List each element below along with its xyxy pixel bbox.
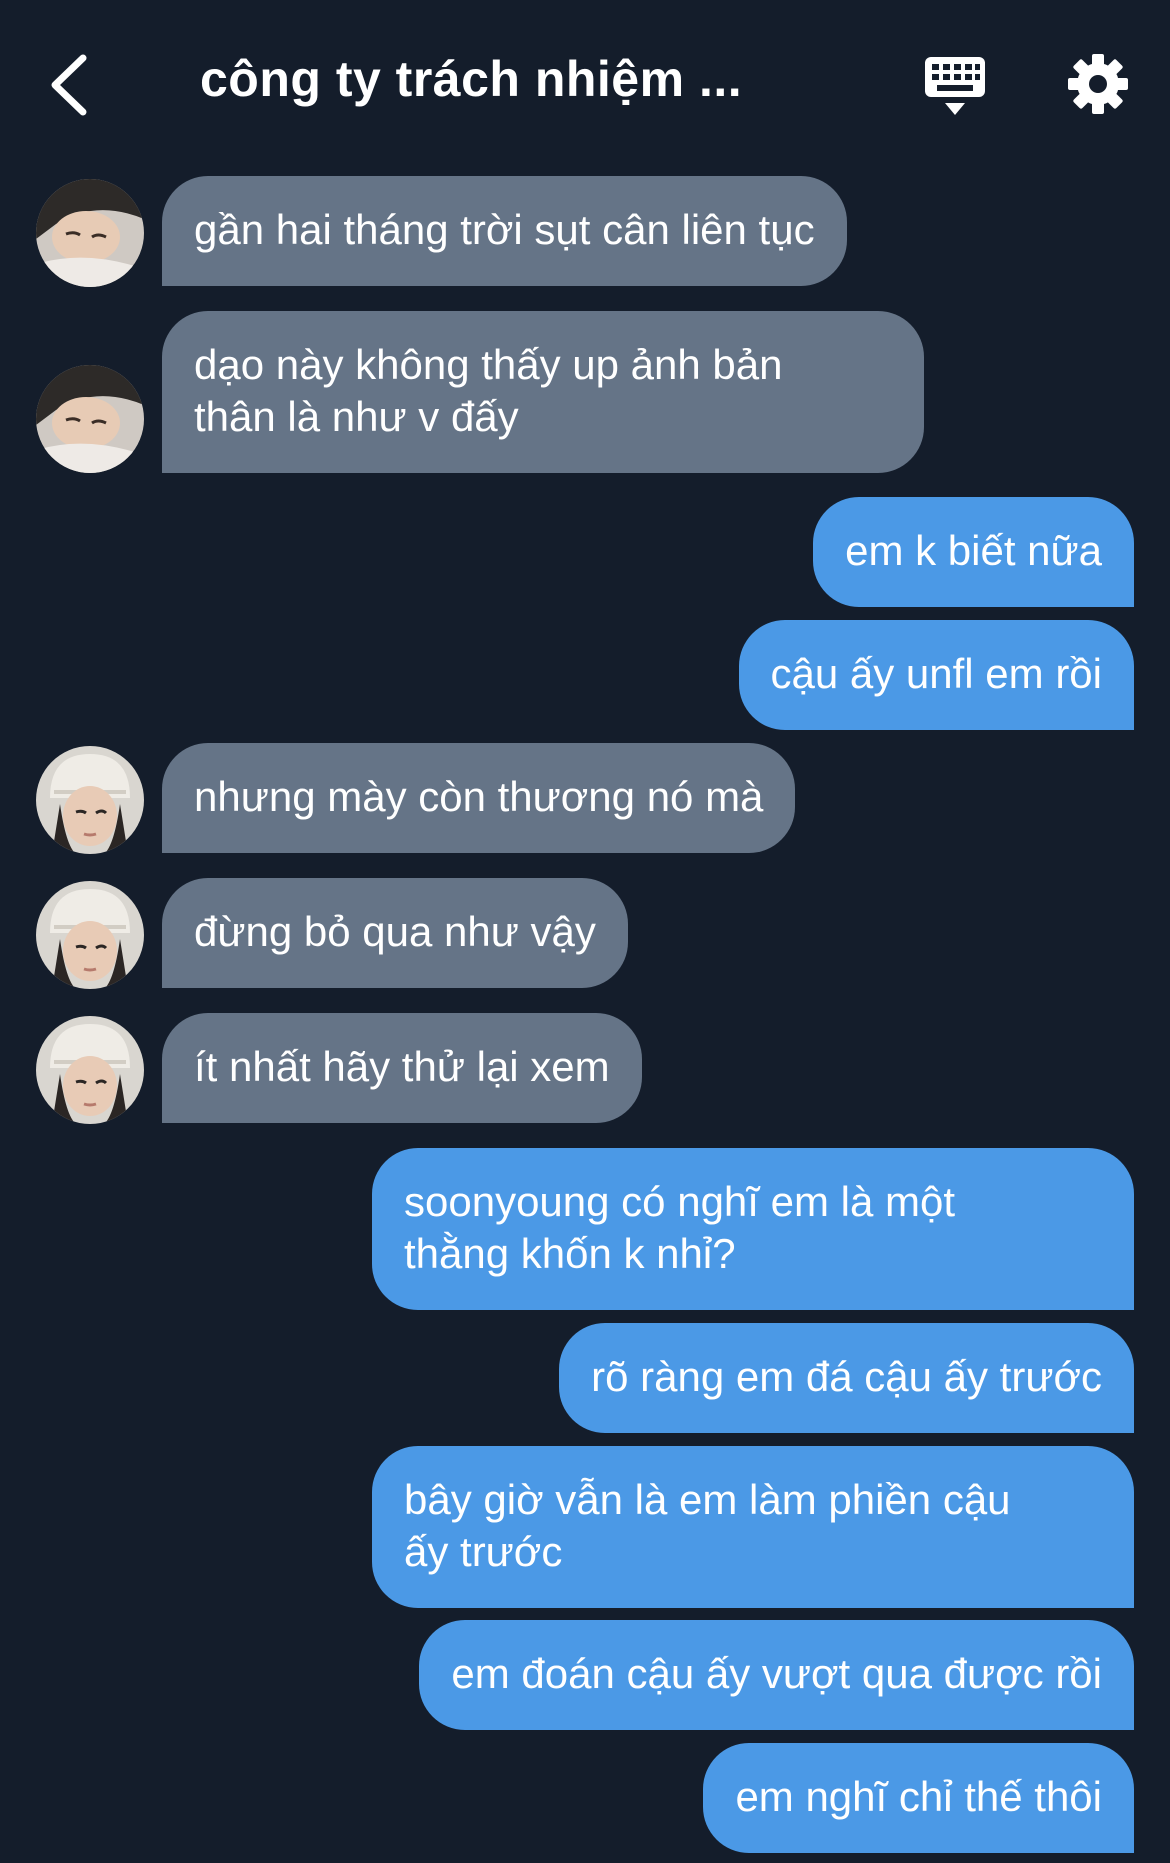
outgoing-message-bubble[interactable]: rõ ràng em đá cậu ấy trước <box>559 1323 1134 1433</box>
chevron-left-icon <box>51 54 87 116</box>
avatar-beanie-image <box>36 746 144 854</box>
chat-screen: công ty trách nhiệm ... gần hai tháng tr… <box>0 0 1170 1863</box>
incoming-message-bubble[interactable]: gần hai tháng trời sụt cân liên tục <box>162 176 847 286</box>
conversation-title[interactable]: công ty trách nhiệm ... <box>200 50 820 108</box>
settings-button[interactable] <box>1062 48 1134 120</box>
incoming-message-bubble[interactable]: ít nhất hãy thử lại xem <box>162 1013 642 1123</box>
outgoing-message-bubble[interactable]: cậu ấy unfl em rồi <box>738 620 1134 730</box>
outgoing-message-bubble[interactable]: soonyoung có nghĩ em là một thằng khốn k… <box>372 1148 1134 1310</box>
incoming-message-bubble[interactable]: nhưng mày còn thương nó mà <box>162 743 796 853</box>
avatar[interactable] <box>36 365 144 473</box>
keyboard-icon <box>925 57 985 115</box>
outgoing-message-bubble[interactable]: em đoán cậu ấy vượt qua được rồi <box>419 1620 1134 1730</box>
avatar[interactable] <box>36 179 144 287</box>
avatar-beanie-image <box>36 1016 144 1124</box>
incoming-message-bubble[interactable]: đừng bỏ qua như vậy <box>162 878 628 988</box>
avatar-sleeping-image <box>36 179 144 287</box>
outgoing-message-bubble[interactable]: em k biết nữa <box>813 497 1134 607</box>
avatar[interactable] <box>36 881 144 989</box>
avatar-beanie-image <box>36 881 144 989</box>
back-button[interactable] <box>34 45 104 125</box>
avatar[interactable] <box>36 1016 144 1124</box>
keyboard-button[interactable] <box>915 50 995 122</box>
avatar-sleeping-image <box>36 365 144 473</box>
avatar[interactable] <box>36 746 144 854</box>
outgoing-message-bubble[interactable]: bây giờ vẫn là em làm phiền cậu ấy trước <box>372 1446 1134 1608</box>
outgoing-message-bubble[interactable]: em nghĩ chỉ thế thôi <box>703 1743 1134 1853</box>
incoming-message-bubble[interactable]: dạo này không thấy up ảnh bản thân là nh… <box>162 311 924 473</box>
chat-header: công ty trách nhiệm ... <box>0 0 1170 170</box>
gear-icon <box>1068 54 1128 114</box>
